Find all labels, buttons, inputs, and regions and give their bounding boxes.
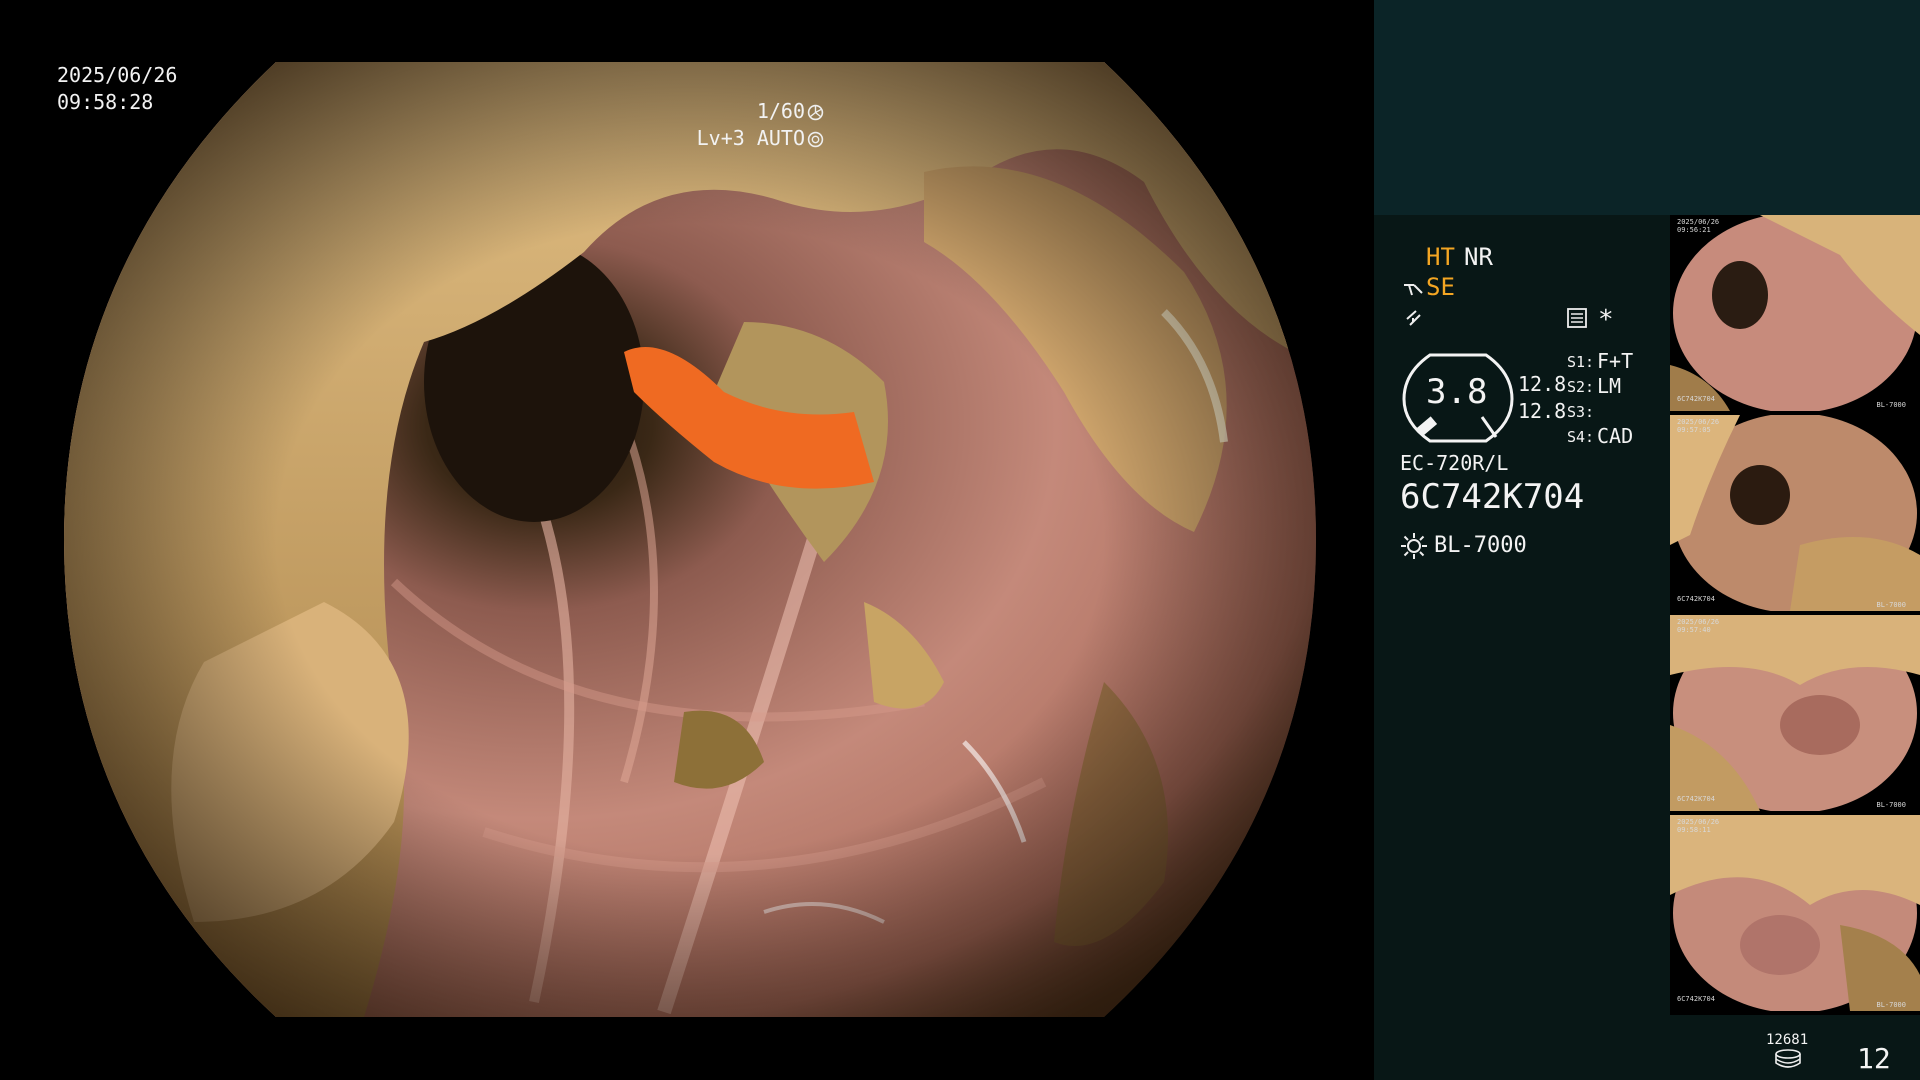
time-text: 09:58:28: [57, 90, 154, 114]
se-indicator: SE: [1426, 273, 1455, 301]
thumbnail-1-date: 2025/06/26: [1677, 218, 1720, 226]
thumbnail-3-time: 09:57:40: [1677, 626, 1711, 634]
s2-value: LM: [1597, 374, 1622, 398]
thumbnail-2-date: 2025/06/26: [1677, 418, 1720, 426]
scope-serial: 6C742K704: [1400, 477, 1585, 517]
scope-model: EC-720R/L: [1400, 451, 1509, 475]
gauge-right-value-2: 12.8: [1518, 399, 1567, 423]
thumbnail-3-image: [1670, 615, 1920, 811]
storage-status-bar: 12681 12: [1374, 1015, 1920, 1080]
captured-images-column: 2025/06/26 09:56:21 6C742K704 BL-7000 20…: [1670, 215, 1920, 1015]
disk-stack-icon: [1775, 1049, 1801, 1068]
panel-header-area: [1374, 0, 1920, 215]
thumbnail-3[interactable]: 2025/06/26 09:57:40 6C742K704 BL-7000: [1670, 615, 1920, 811]
s4-value: CAD: [1597, 424, 1634, 448]
thumbnail-2-time: 09:57:05: [1677, 426, 1711, 434]
thumbnail-1-image: [1670, 215, 1920, 411]
thumbnail-4[interactable]: 2025/06/26 09:58:11 6C742K704 BL-7000: [1670, 815, 1920, 1011]
endoscopic-image: [64, 62, 1316, 1017]
asterisk-indicator: *: [1598, 305, 1614, 335]
ht-indicator: HT: [1426, 243, 1455, 271]
s1-value: F+T: [1597, 349, 1634, 373]
storage-capacity: 12681: [1766, 1032, 1809, 1048]
flash-icon: [1406, 310, 1421, 326]
thumbnail-1-serial: 6C742K704: [1677, 395, 1715, 403]
shutter-text: 1/60: [756, 99, 805, 123]
datetime-overlay: 2025/06/26 09:58:28: [57, 62, 177, 116]
gauge-right-value-1: 12.8: [1518, 372, 1567, 396]
gauge-value: 3.8: [1426, 372, 1488, 412]
thumbnail-2-serial: 6C742K704: [1677, 595, 1715, 603]
image-count: 12: [1857, 1042, 1891, 1075]
status-side-panel: HT NR SE * 3.8 12.8 12.8 S1: F+T S2: LM …: [1374, 0, 1920, 1080]
s4-label: S4:: [1567, 428, 1595, 446]
thumbnail-4-source: BL-7000: [1876, 1001, 1906, 1009]
thumbnail-3-serial: 6C742K704: [1677, 795, 1715, 803]
exposure-overlay: 1/60 Lv+3 AUTO: [697, 98, 824, 152]
s1-label: S1:: [1567, 353, 1595, 371]
thumbnail-2[interactable]: 2025/06/26 09:57:05 6C742K704 BL-7000: [1670, 415, 1920, 611]
date-text: 2025/06/26: [57, 63, 178, 87]
nr-indicator: NR: [1464, 243, 1493, 271]
document-list-icon: [1567, 308, 1587, 328]
endoscope-main-view: 2025/06/26 09:58:28 1/60 Lv+3 AUTO: [0, 0, 1374, 1080]
thumbnail-4-date: 2025/06/26: [1677, 818, 1720, 826]
sun-icon: [1401, 533, 1427, 559]
thumbnail-2-image: [1670, 415, 1920, 611]
probe-icon: [1404, 284, 1423, 296]
thumbnail-3-date: 2025/06/26: [1677, 618, 1720, 626]
level-text: Lv+3: [696, 126, 745, 150]
s3-label: S3:: [1567, 403, 1595, 421]
thumbnail-4-time: 09:58:11: [1677, 826, 1711, 834]
mode-text: AUTO: [756, 126, 805, 150]
target-icon: [807, 131, 824, 148]
thumbnail-4-serial: 6C742K704: [1677, 995, 1715, 1003]
light-source: BL-7000: [1434, 533, 1527, 558]
thumbnail-2-source: BL-7000: [1876, 601, 1906, 609]
thumbnail-1[interactable]: 2025/06/26 09:56:21 6C742K704 BL-7000: [1670, 215, 1920, 411]
thumbnail-1-time: 09:56:21: [1677, 226, 1711, 234]
thumbnail-3-source: BL-7000: [1876, 801, 1906, 809]
s2-label: S2:: [1567, 378, 1595, 396]
aperture-icon: [807, 104, 824, 121]
thumbnail-4-image: [1670, 815, 1920, 1011]
thumbnail-1-source: BL-7000: [1876, 401, 1906, 409]
scope-info-panel: HT NR SE * 3.8 12.8 12.8 S1: F+T S2: LM …: [1374, 215, 1670, 1080]
